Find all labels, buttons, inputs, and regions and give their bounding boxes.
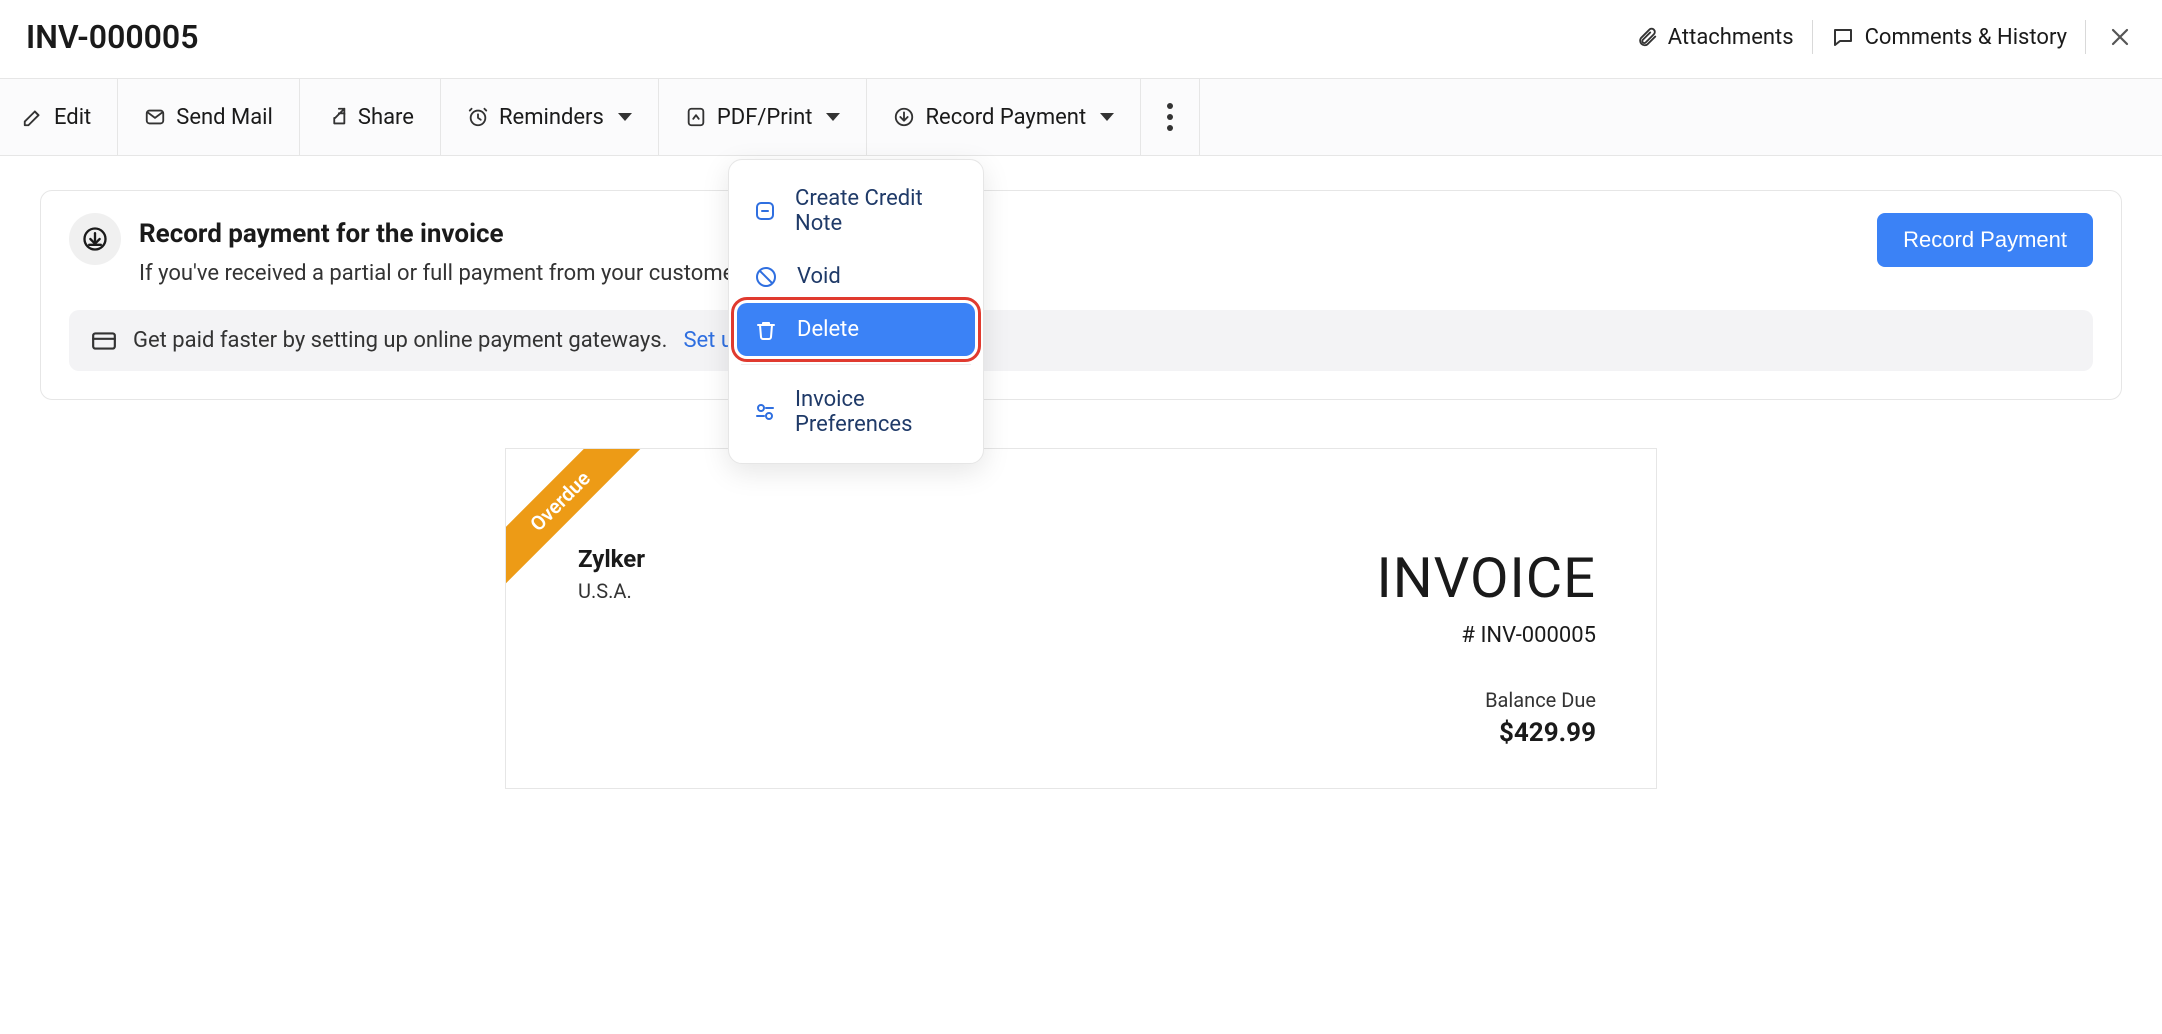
more-actions-button[interactable] [1141, 79, 1200, 155]
divider [2085, 20, 2086, 54]
invoice-heading: INVOICE [1376, 545, 1596, 611]
edit-label: Edit [54, 105, 91, 130]
menu-void-label: Void [797, 264, 841, 289]
menu-invoice-preferences-label: Invoice Preferences [795, 387, 959, 437]
company-block: Zylker U.S.A. [578, 545, 645, 748]
attachments-label: Attachments [1668, 25, 1794, 50]
comment-icon [1831, 25, 1855, 49]
paperclip-icon [1636, 25, 1658, 49]
attachments-button[interactable]: Attachments [1636, 25, 1794, 50]
share-label: Share [358, 105, 414, 130]
comments-history-button[interactable]: Comments & History [1831, 25, 2067, 50]
invoice-preview: Overdue Zylker U.S.A. INVOICE # INV-0000… [505, 448, 1657, 789]
record-payment-icon [69, 213, 121, 265]
clock-icon [467, 106, 489, 128]
page-header: INV-000005 Attachments Comments & Histor… [0, 0, 2162, 78]
reminders-label: Reminders [499, 105, 604, 130]
mail-icon [144, 106, 166, 128]
invoice-summary-block: INVOICE # INV-000005 Balance Due $429.99 [1376, 545, 1596, 748]
menu-create-credit-note-label: Create Credit Note [795, 186, 959, 236]
chevron-down-icon [1100, 113, 1114, 121]
info-strip-text: Get paid faster by setting up online pay… [133, 328, 667, 353]
invoice-number: # INV-000005 [1376, 623, 1596, 648]
send-mail-label: Send Mail [176, 105, 273, 130]
comments-history-label: Comments & History [1865, 25, 2067, 50]
balance-due-value: $429.99 [1376, 718, 1596, 748]
card-icon [91, 331, 117, 351]
pdf-print-button[interactable]: PDF/Print [659, 79, 868, 155]
page-title: INV-000005 [26, 18, 199, 56]
share-button[interactable]: Share [300, 79, 441, 155]
header-actions: Attachments Comments & History [1636, 20, 2136, 54]
menu-create-credit-note[interactable]: Create Credit Note [737, 172, 975, 250]
chevron-down-icon [826, 113, 840, 121]
pencil-icon [22, 106, 44, 128]
record-payment-button[interactable]: Record Payment [867, 79, 1141, 155]
menu-void[interactable]: Void [737, 250, 975, 303]
record-payment-callout: Record payment for the invoice If you've… [40, 190, 2122, 400]
pdf-icon [685, 106, 707, 128]
balance-due-label: Balance Due [1376, 688, 1596, 712]
chevron-down-icon [618, 113, 632, 121]
payment-gateway-info: Get paid faster by setting up online pay… [69, 310, 2093, 371]
toolbar: Edit Send Mail Share Reminders [0, 78, 2162, 156]
content-area: Record payment for the invoice If you've… [0, 156, 2162, 823]
menu-invoice-preferences[interactable]: Invoice Preferences [737, 373, 975, 451]
menu-delete[interactable]: Delete [737, 303, 975, 356]
preferences-icon [753, 400, 777, 424]
record-payment-label: Record Payment [925, 105, 1086, 130]
send-mail-button[interactable]: Send Mail [118, 79, 300, 155]
company-location: U.S.A. [578, 579, 645, 603]
trash-icon [753, 318, 779, 342]
pdf-print-label: PDF/Print [717, 105, 813, 130]
divider [1812, 20, 1813, 54]
company-name: Zylker [578, 545, 645, 573]
menu-delete-label: Delete [797, 317, 859, 342]
close-button[interactable] [2104, 21, 2136, 53]
download-circle-icon [893, 106, 915, 128]
credit-note-icon [753, 199, 777, 223]
invoice-preview-wrap: Overdue Zylker U.S.A. INVOICE # INV-0000… [40, 448, 2122, 789]
reminders-button[interactable]: Reminders [441, 79, 659, 155]
void-icon [753, 265, 779, 289]
record-payment-primary-button[interactable]: Record Payment [1877, 213, 2093, 267]
close-icon [2108, 25, 2132, 49]
more-actions-menu: Create Credit Note Void Delete Invoice P… [728, 159, 984, 464]
edit-button[interactable]: Edit [0, 79, 118, 155]
menu-separator [741, 364, 971, 365]
share-icon [326, 106, 348, 128]
